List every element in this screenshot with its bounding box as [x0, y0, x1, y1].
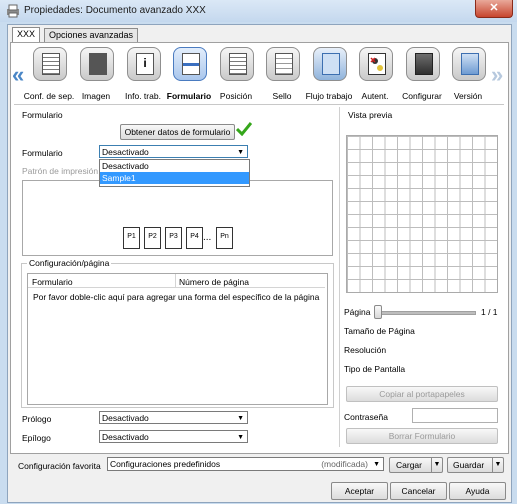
load-button[interactable]: Cargar ▼ [389, 457, 443, 473]
chevron-down-icon: ▼ [237, 415, 244, 422]
chevron-down-icon: ▼ [237, 149, 244, 156]
configure-icon [406, 47, 440, 81]
workflow-icon [313, 47, 347, 81]
print-pattern-label: Patrón de impresión [22, 166, 99, 176]
preview-grid [346, 135, 498, 293]
chevron-down-icon[interactable]: ▼ [431, 458, 442, 472]
epilogue-select[interactable]: Desactivado ▼ [99, 430, 248, 443]
help-button[interactable]: Ayuda [449, 482, 506, 500]
chevron-down-icon: ▼ [237, 434, 244, 441]
image-icon [80, 47, 114, 81]
form-icon [173, 47, 207, 81]
form-group-label: Formulario [20, 110, 65, 120]
page-count: 1 / 1 [481, 307, 498, 317]
cancel-button[interactable]: Cancelar [390, 482, 447, 500]
dropdown-option-selected[interactable]: Sample1 [100, 172, 249, 184]
form-label: Formulario [22, 148, 63, 158]
ribbon-next-arrow[interactable]: » [491, 62, 503, 88]
authentication-icon [359, 47, 393, 81]
window-title: Propiedades: Documento avanzado XXX [24, 5, 206, 16]
chevron-down-icon[interactable]: ▼ [492, 458, 503, 472]
resolution-label: Resolución [344, 345, 387, 355]
chevron-down-icon: ▼ [373, 461, 380, 468]
ribbon-label: Versión [453, 91, 483, 101]
table-hint-text: Por favor doble-clic aquí para agregar u… [33, 292, 320, 302]
prologue-select[interactable]: Desactivado ▼ [99, 411, 248, 424]
delete-form-button[interactable]: Borrar Formulario [346, 428, 498, 444]
save-button-label: Guardar [453, 460, 485, 470]
prologue-label: Prólogo [22, 414, 52, 424]
checkmark-icon [235, 122, 253, 138]
page-size-label: Tamaño de Página [344, 326, 415, 336]
tab-advanced-options[interactable]: Opciones avanzadas [44, 28, 139, 42]
get-form-data-button[interactable]: Obtener datos de formulario [120, 124, 235, 140]
favorite-config-value: Configuraciones predefinidos [110, 459, 221, 469]
prologue-select-value: Desactivado [102, 413, 149, 423]
page-icon: P4 [186, 227, 203, 249]
page-slider-thumb[interactable] [374, 305, 382, 319]
accept-button[interactable]: Aceptar [331, 482, 388, 500]
preview-label: Vista previa [346, 110, 395, 120]
epilogue-select-value: Desactivado [102, 432, 149, 442]
stamp-icon [266, 47, 300, 81]
page-icon: P2 [144, 227, 161, 249]
copy-clipboard-button[interactable]: Copiar al portapapeles [346, 386, 498, 402]
preview-divider [339, 107, 340, 447]
dropdown-option[interactable]: Desactivado [100, 160, 249, 172]
screen-type-label: Tipo de Pantalla [344, 364, 406, 374]
column-divider [175, 274, 176, 287]
position-icon [220, 47, 254, 81]
config-page-group-label: Configuración/página [27, 258, 112, 268]
form-select-value: Desactivado [102, 147, 149, 157]
column-header-page-number[interactable]: Número de página [179, 277, 249, 287]
page-label: Página [344, 307, 371, 317]
version-icon [452, 47, 486, 81]
ellipsis-text: ... [203, 232, 212, 243]
ribbon-prev-arrow[interactable]: « [12, 62, 24, 88]
page-slider-track[interactable] [374, 311, 476, 315]
page-icon: Pn [216, 227, 233, 249]
favorite-config-select[interactable]: Configuraciones predefinidos (modificada… [107, 457, 384, 471]
form-dropdown-list: Desactivado Sample1 [99, 159, 250, 187]
password-input[interactable] [412, 408, 498, 423]
epilogue-label: Epílogo [22, 433, 51, 443]
modified-indicator: (modificada) [321, 459, 368, 469]
ribbon-version[interactable]: Versión [445, 45, 491, 101]
page-icon: P3 [165, 227, 182, 249]
separator-settings-icon [33, 47, 67, 81]
form-select[interactable]: Desactivado ▼ [99, 145, 248, 158]
password-label: Contraseña [344, 412, 388, 422]
load-button-label: Cargar [396, 460, 422, 470]
column-header-form[interactable]: Formulario [32, 277, 73, 287]
printer-icon [6, 4, 20, 18]
ribbon-divider [14, 104, 504, 105]
job-info-icon: i [127, 47, 161, 81]
close-button[interactable]: ✕ [475, 0, 513, 18]
tab-xxx[interactable]: XXX [12, 27, 41, 42]
page-icon: P1 [123, 227, 140, 249]
favorite-config-label: Configuración favorita [18, 461, 101, 471]
save-button[interactable]: Guardar ▼ [447, 457, 504, 473]
